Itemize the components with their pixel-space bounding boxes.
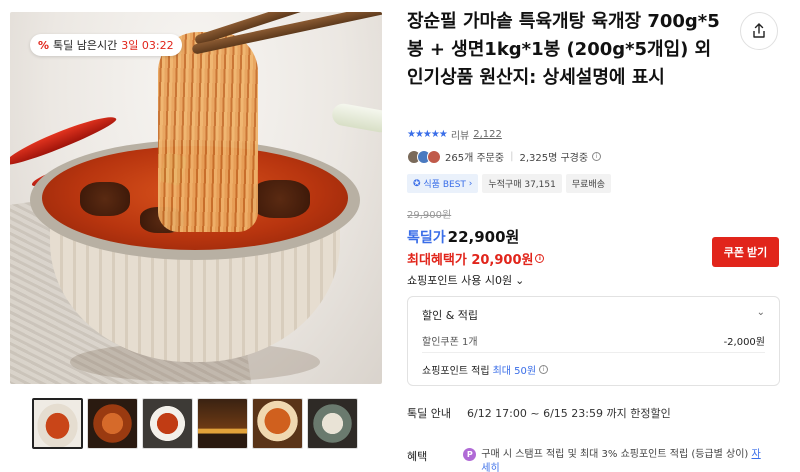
review-count-link[interactable]: 2,122 [473, 129, 502, 140]
noodles [158, 32, 258, 232]
orders-count: 265개 주문중 [445, 153, 505, 164]
product-title: 장순필 가마솥 특육개탕 육개장 700g*5봉 + 생면1kg*1봉 (200… [407, 11, 720, 88]
tag-best[interactable]: ✪ 식품 BEST › [407, 174, 479, 193]
share-icon [753, 23, 765, 38]
thumbnail[interactable] [32, 398, 83, 449]
thumbnail[interactable] [87, 398, 138, 449]
meat [250, 180, 310, 218]
info-icon[interactable]: i [539, 365, 549, 374]
deal-info-value: 6/12 17:00 ~ 6/15 23:59 까지 한정할인 [466, 407, 671, 420]
discount-panel: 할인 & 적립 ⌄ 할인쿠폰 1개 -2,000원 쇼핑포인트 적립 최대 50… [407, 296, 780, 386]
discount-panel-title: 할인 & 적립 [422, 309, 479, 322]
point-badge-icon: P [463, 448, 477, 461]
deal-timer-time: 3일 03:22 [121, 39, 174, 52]
avatar [427, 149, 441, 164]
coupon-value: -2,000원 [723, 337, 765, 348]
benefit-label: 혜택 [407, 450, 428, 463]
points-use-text: 쇼핑포인트 사용 시0원 [407, 274, 513, 287]
rating-row: ★★★★★ 리뷰 2,122 [407, 127, 502, 142]
divider [422, 352, 765, 353]
viewers-count: 2,325명 구경중 [519, 153, 589, 164]
share-button[interactable] [740, 12, 778, 50]
max-benefit-price: 최대혜택가 20,900원 i [407, 249, 545, 268]
product-tags: ✪ 식품 BEST › 누적구매 37,151 무료배송 [407, 174, 611, 193]
deal-info-label: 톡딜 안내 [407, 407, 451, 420]
deal-price-value: 22,900원 [447, 228, 520, 246]
separator: | [510, 151, 514, 162]
scallion-decoration [330, 101, 382, 135]
tag-cumulative: 누적구매 37,151 [482, 174, 562, 193]
thumbnail-strip [32, 398, 358, 449]
chevron-down-icon: ⌄ [515, 273, 525, 287]
tag-free-shipping: 무료배송 [565, 174, 611, 193]
meat [80, 182, 130, 216]
max-benefit-price-text: 최대혜택가 20,900원 [407, 253, 534, 268]
buyer-activity: 265개 주문중 | 2,325명 구경중 i [407, 149, 602, 164]
product-main-image: % 톡딜 남은시간 3일 03:22 [10, 12, 382, 384]
star-rating-icon: ★★★★★ [407, 129, 448, 140]
benefit-row: 혜택 P 구매 시 스탬프 적립 및 최대 3% 쇼핑포인트 적립 (등급별 상… [407, 448, 763, 472]
thumbnail[interactable] [307, 398, 358, 449]
deal-timer-badge: % 톡딜 남은시간 3일 03:22 [30, 34, 182, 56]
thumbnail[interactable] [197, 398, 248, 449]
deal-info-row: 톡딜 안내 6/12 17:00 ~ 6/15 23:59 까지 한정할인 [407, 405, 671, 421]
thumbnail[interactable] [252, 398, 303, 449]
percent-icon: % [38, 38, 50, 52]
coupon-label: 할인쿠폰 1개 [422, 337, 478, 348]
deal-price-row: 톡딜가 22,900원 [407, 226, 519, 247]
original-price: 29,900원 [407, 210, 452, 221]
buyer-avatars [407, 149, 441, 164]
points-use-row[interactable]: 쇼핑포인트 사용 시0원 ⌄ [407, 272, 524, 288]
review-label[interactable]: 리뷰 [451, 127, 469, 142]
points-earn-label: 쇼핑포인트 적립 [422, 366, 490, 377]
deal-price-label: 톡딜가 [407, 230, 446, 246]
info-icon[interactable]: i [592, 152, 602, 161]
info-icon[interactable]: i [535, 254, 545, 263]
deal-timer-label: 톡딜 남은시간 [53, 39, 118, 52]
benefit-detail: P 구매 시 스탬프 적립 및 최대 3% 쇼핑포인트 적립 (등급별 상이) … [463, 448, 763, 472]
thumbnail[interactable] [142, 398, 193, 449]
benefit-text: 구매 시 스탬프 적립 및 최대 3% 쇼핑포인트 적립 (등급별 상이) [481, 449, 749, 460]
chevron-down-icon[interactable]: ⌄ [757, 307, 765, 318]
points-earn-value: 최대 50원 [492, 366, 537, 377]
coupon-button[interactable]: 쿠폰 받기 [712, 237, 779, 267]
points-earn-row: 쇼핑포인트 적립 최대 50원 i [422, 362, 549, 377]
